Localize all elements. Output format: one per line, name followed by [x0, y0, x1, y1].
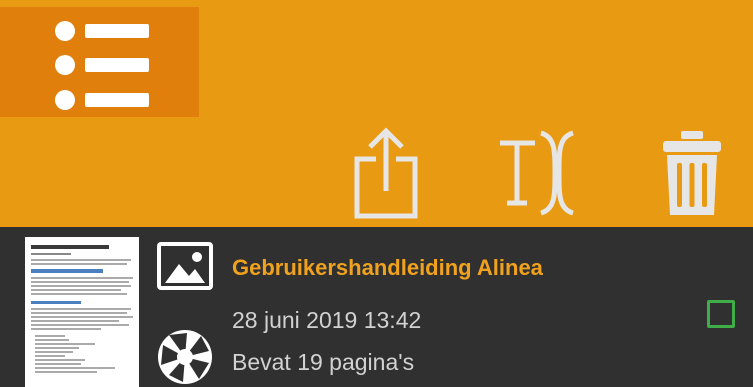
document-date: 28 juni 2019 13:42: [232, 307, 422, 333]
text-recognition-icon: [500, 130, 574, 216]
share-button[interactable]: [352, 127, 420, 219]
toolbar: [0, 0, 753, 227]
document-page-count: Bevat 19 pagina's: [232, 349, 415, 375]
text-recognition-button[interactable]: [497, 127, 579, 219]
trash-icon: [663, 131, 721, 215]
document-list: Gebruikershandleiding Alinea 28 juni 201…: [0, 227, 753, 387]
menu-button[interactable]: [0, 7, 199, 117]
select-checkbox[interactable]: [707, 300, 735, 328]
delete-button[interactable]: [661, 127, 723, 219]
share-icon: [354, 127, 418, 219]
document-row[interactable]: Gebruikershandleiding Alinea 28 juni 201…: [0, 227, 753, 387]
document-thumbnail: [25, 237, 139, 387]
image-icon: [157, 242, 213, 290]
document-title: Gebruikershandleiding Alinea: [232, 255, 543, 280]
camera-aperture-icon: [158, 330, 212, 384]
list-menu-icon: [55, 21, 149, 110]
